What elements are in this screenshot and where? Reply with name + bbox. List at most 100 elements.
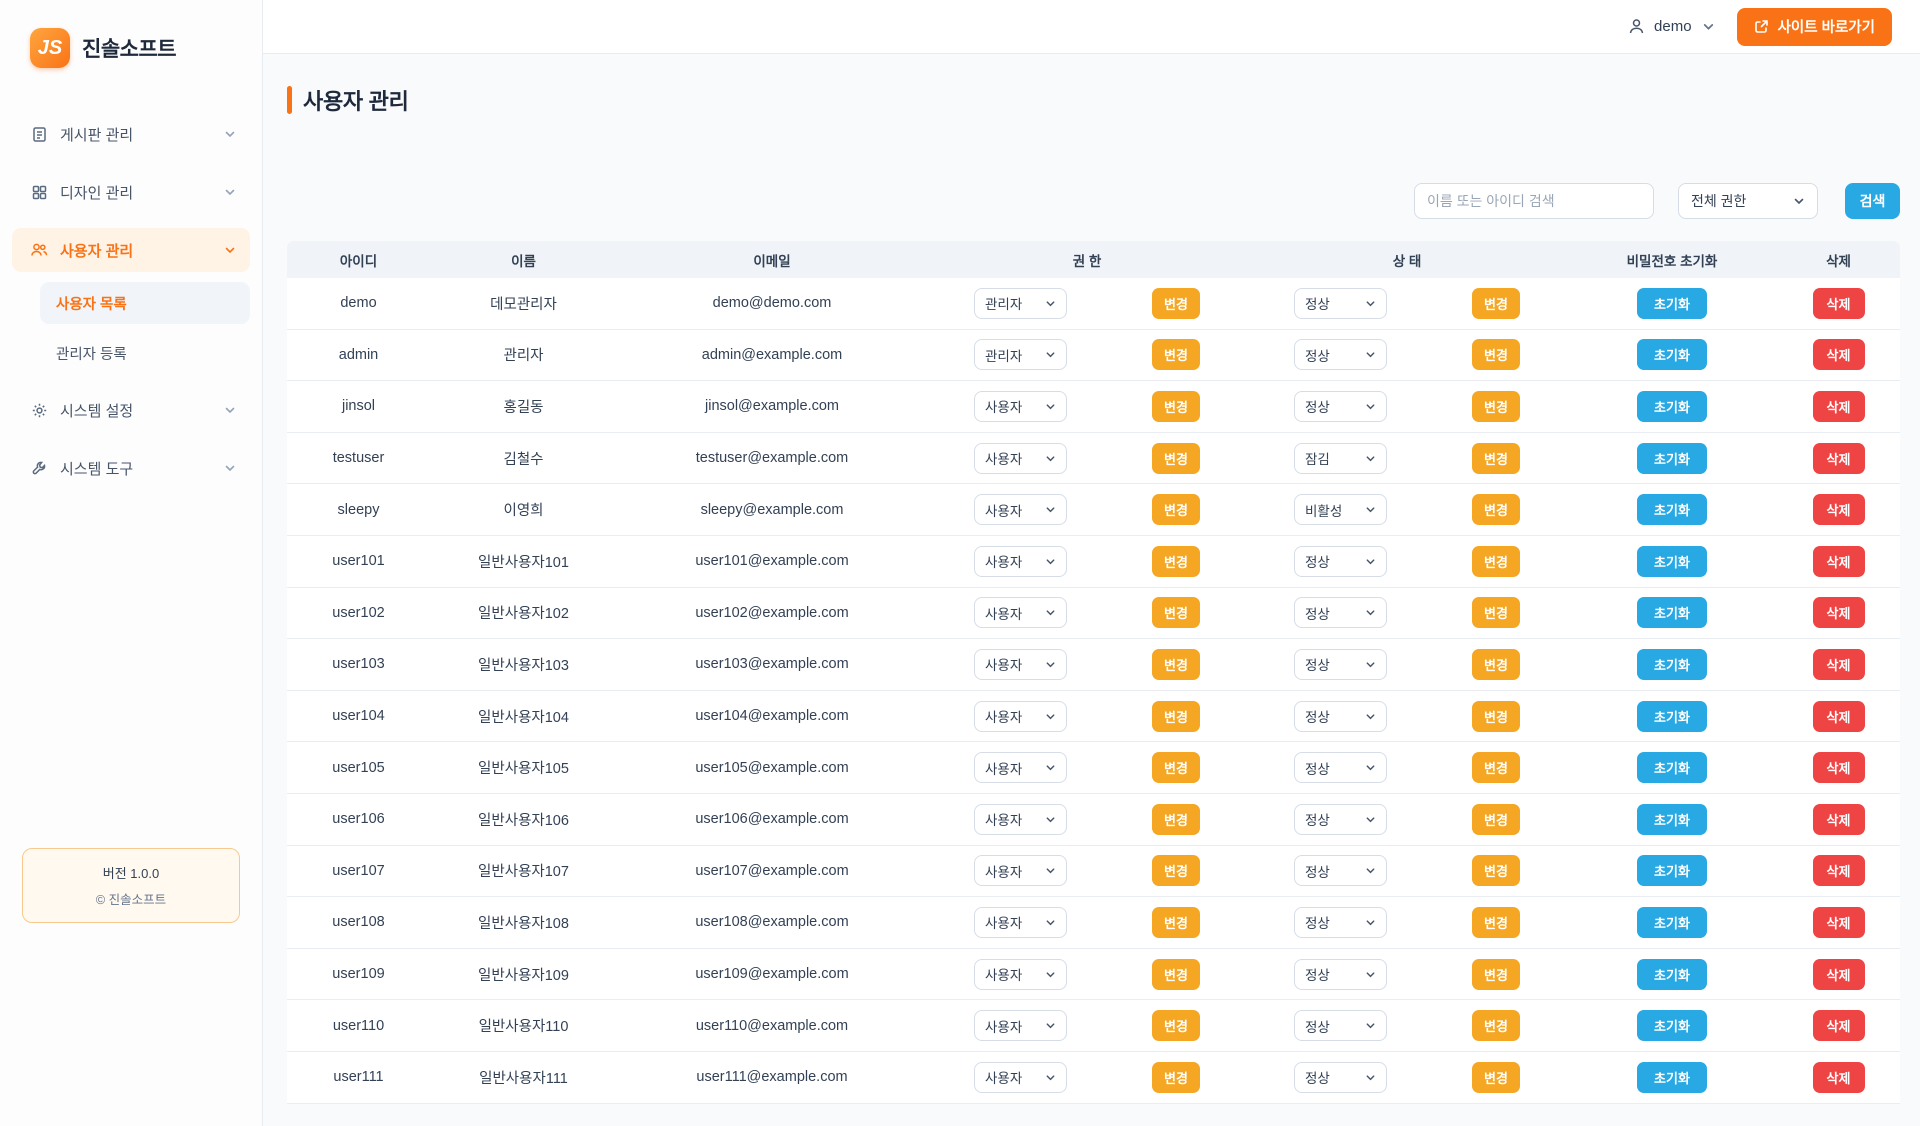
status-select[interactable]: 정상 (1294, 391, 1387, 422)
status-select[interactable]: 정상 (1294, 701, 1387, 732)
role-select[interactable]: 사용자 (974, 701, 1067, 732)
status-change-button[interactable]: 변경 (1472, 339, 1520, 370)
sidebar-item-design[interactable]: 디자인 관리 (12, 170, 250, 214)
role-select[interactable]: 사용자 (974, 804, 1067, 835)
status-change-button[interactable]: 변경 (1472, 1010, 1520, 1041)
status-select[interactable]: 잠김 (1294, 443, 1387, 474)
status-select[interactable]: 정상 (1294, 752, 1387, 783)
delete-button[interactable]: 삭제 (1813, 494, 1865, 525)
password-reset-button[interactable]: 초기화 (1637, 597, 1707, 628)
account-menu[interactable]: demo (1627, 17, 1715, 36)
status-select[interactable]: 정상 (1294, 546, 1387, 577)
delete-button[interactable]: 삭제 (1813, 752, 1865, 783)
status-change-button[interactable]: 변경 (1472, 804, 1520, 835)
status-change-button[interactable]: 변경 (1472, 701, 1520, 732)
role-change-button[interactable]: 변경 (1152, 855, 1200, 886)
role-change-button[interactable]: 변경 (1152, 1062, 1200, 1093)
password-reset-button[interactable]: 초기화 (1637, 855, 1707, 886)
password-reset-button[interactable]: 초기화 (1637, 804, 1707, 835)
role-change-button[interactable]: 변경 (1152, 649, 1200, 680)
delete-button[interactable]: 삭제 (1813, 443, 1865, 474)
status-select[interactable]: 정상 (1294, 1062, 1387, 1093)
sidebar-item-users[interactable]: 사용자 관리 (12, 228, 250, 272)
password-reset-button[interactable]: 초기화 (1637, 959, 1707, 990)
password-reset-button[interactable]: 초기화 (1637, 288, 1707, 319)
status-select[interactable]: 정상 (1294, 339, 1387, 370)
status-change-button[interactable]: 변경 (1472, 443, 1520, 474)
delete-button[interactable]: 삭제 (1813, 959, 1865, 990)
role-change-button[interactable]: 변경 (1152, 804, 1200, 835)
status-change-button[interactable]: 변경 (1472, 494, 1520, 525)
delete-button[interactable]: 삭제 (1813, 1062, 1865, 1093)
password-reset-button[interactable]: 초기화 (1637, 391, 1707, 422)
role-select[interactable]: 사용자 (974, 546, 1067, 577)
sidebar-item-board[interactable]: 게시판 관리 (12, 112, 250, 156)
delete-button[interactable]: 삭제 (1813, 339, 1865, 370)
password-reset-button[interactable]: 초기화 (1637, 1010, 1707, 1041)
role-change-button[interactable]: 변경 (1152, 546, 1200, 577)
password-reset-button[interactable]: 초기화 (1637, 907, 1707, 938)
sidebar-item-system-settings[interactable]: 시스템 설정 (12, 388, 250, 432)
role-change-button[interactable]: 변경 (1152, 443, 1200, 474)
delete-button[interactable]: 삭제 (1813, 391, 1865, 422)
password-reset-button[interactable]: 초기화 (1637, 752, 1707, 783)
password-reset-button[interactable]: 초기화 (1637, 649, 1707, 680)
role-change-button[interactable]: 변경 (1152, 959, 1200, 990)
status-change-button[interactable]: 변경 (1472, 597, 1520, 628)
role-select[interactable]: 관리자 (974, 288, 1067, 319)
status-change-button[interactable]: 변경 (1472, 546, 1520, 577)
role-change-button[interactable]: 변경 (1152, 1010, 1200, 1041)
status-select[interactable]: 정상 (1294, 1010, 1387, 1041)
delete-button[interactable]: 삭제 (1813, 597, 1865, 628)
status-select[interactable]: 정상 (1294, 649, 1387, 680)
sidebar-subitem-admin-register[interactable]: 관리자 등록 (40, 332, 250, 374)
role-select[interactable]: 사용자 (974, 1062, 1067, 1093)
password-reset-button[interactable]: 초기화 (1637, 546, 1707, 577)
status-change-button[interactable]: 변경 (1472, 288, 1520, 319)
status-change-button[interactable]: 변경 (1472, 855, 1520, 886)
password-reset-button[interactable]: 초기화 (1637, 701, 1707, 732)
role-change-button[interactable]: 변경 (1152, 391, 1200, 422)
delete-button[interactable]: 삭제 (1813, 804, 1865, 835)
status-select[interactable]: 정상 (1294, 907, 1387, 938)
status-change-button[interactable]: 변경 (1472, 752, 1520, 783)
search-input[interactable] (1414, 183, 1654, 219)
delete-button[interactable]: 삭제 (1813, 701, 1865, 732)
status-select[interactable]: 정상 (1294, 855, 1387, 886)
role-change-button[interactable]: 변경 (1152, 907, 1200, 938)
role-select[interactable]: 사용자 (974, 391, 1067, 422)
role-select[interactable]: 사용자 (974, 443, 1067, 474)
goto-site-button[interactable]: 사이트 바로가기 (1737, 8, 1892, 46)
role-select[interactable]: 관리자 (974, 339, 1067, 370)
role-select[interactable]: 사용자 (974, 1010, 1067, 1041)
password-reset-button[interactable]: 초기화 (1637, 1062, 1707, 1093)
delete-button[interactable]: 삭제 (1813, 649, 1865, 680)
role-change-button[interactable]: 변경 (1152, 494, 1200, 525)
role-select[interactable]: 사용자 (974, 752, 1067, 783)
password-reset-button[interactable]: 초기화 (1637, 443, 1707, 474)
status-select[interactable]: 정상 (1294, 804, 1387, 835)
status-select[interactable]: 정상 (1294, 597, 1387, 628)
status-select[interactable]: 비활성 (1294, 494, 1387, 525)
status-select[interactable]: 정상 (1294, 288, 1387, 319)
role-change-button[interactable]: 변경 (1152, 752, 1200, 783)
brand-logo[interactable]: JS 진솔소프트 (12, 26, 250, 70)
delete-button[interactable]: 삭제 (1813, 907, 1865, 938)
status-change-button[interactable]: 변경 (1472, 907, 1520, 938)
role-filter-select[interactable]: 전체 권한 (1678, 183, 1818, 219)
status-select[interactable]: 정상 (1294, 959, 1387, 990)
status-change-button[interactable]: 변경 (1472, 649, 1520, 680)
sidebar-item-system-tools[interactable]: 시스템 도구 (12, 446, 250, 490)
delete-button[interactable]: 삭제 (1813, 288, 1865, 319)
password-reset-button[interactable]: 초기화 (1637, 339, 1707, 370)
role-change-button[interactable]: 변경 (1152, 597, 1200, 628)
status-change-button[interactable]: 변경 (1472, 1062, 1520, 1093)
delete-button[interactable]: 삭제 (1813, 1010, 1865, 1041)
role-change-button[interactable]: 변경 (1152, 701, 1200, 732)
role-select[interactable]: 사용자 (974, 649, 1067, 680)
role-select[interactable]: 사용자 (974, 855, 1067, 886)
password-reset-button[interactable]: 초기화 (1637, 494, 1707, 525)
role-select[interactable]: 사용자 (974, 959, 1067, 990)
role-change-button[interactable]: 변경 (1152, 288, 1200, 319)
status-change-button[interactable]: 변경 (1472, 391, 1520, 422)
